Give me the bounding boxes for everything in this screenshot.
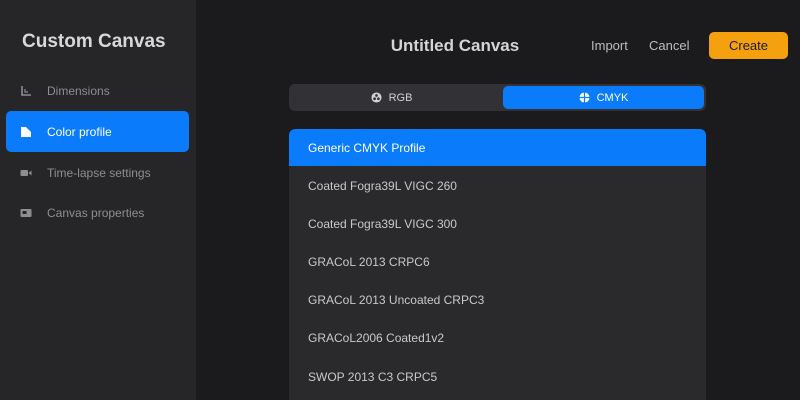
sidebar-title: Custom Canvas: [22, 31, 166, 52]
sidebar-item-label: Canvas properties: [47, 205, 145, 220]
sidebar-item-label: Time-lapse settings: [47, 165, 151, 180]
canvas-title: Untitled Canvas: [390, 36, 520, 55]
custom-canvas-window: Custom Canvas Dimensions Color profile T…: [0, 0, 800, 400]
sidebar-item-canvas-properties[interactable]: Canvas properties: [6, 192, 189, 233]
sidebar-item-label: Dimensions: [47, 83, 110, 98]
cmyk-icon: [579, 92, 590, 103]
list-item[interactable]: GRACoL 2013 CRPC6: [289, 243, 706, 280]
create-button[interactable]: Create: [709, 32, 788, 59]
color-profile-list: Generic CMYK Profile Coated Fogra39L VIG…: [289, 129, 706, 400]
tab-cmyk[interactable]: CMYK: [503, 86, 704, 109]
sidebar-item-color-profile[interactable]: Color profile: [6, 111, 189, 152]
list-item[interactable]: Generic CMYK Profile: [289, 129, 706, 166]
import-button[interactable]: Import: [591, 38, 628, 53]
cancel-button[interactable]: Cancel: [649, 38, 689, 53]
video-camera-icon: [19, 166, 32, 179]
tab-rgb[interactable]: RGB: [291, 86, 492, 109]
list-item[interactable]: Coated Fogra39L VIGC 260: [289, 167, 706, 204]
list-item[interactable]: GRACoL2006 Coated1v2: [289, 319, 706, 356]
sidebar: Custom Canvas Dimensions Color profile T…: [0, 0, 196, 400]
list-item[interactable]: GRACoL 2013 Uncoated CRPC3: [289, 281, 706, 318]
list-item[interactable]: Coated Fogra39L VIGC 300: [289, 205, 706, 242]
tab-cmyk-label: CMYK: [596, 91, 629, 104]
sidebar-item-time-lapse-settings[interactable]: Time-lapse settings: [6, 152, 189, 193]
canvas-properties-icon: [19, 206, 32, 219]
tab-rgb-label: RGB: [388, 91, 413, 104]
sidebar-item-dimensions[interactable]: Dimensions: [6, 70, 189, 111]
color-mode-segmented-control: RGB CMYK: [289, 84, 706, 111]
color-profile-icon: [19, 125, 32, 138]
list-item[interactable]: SWOP 2013 C3 CRPC5: [289, 358, 706, 395]
rgb-icon: [371, 92, 382, 103]
dimensions-icon: [19, 84, 32, 97]
sidebar-item-label: Color profile: [47, 124, 112, 139]
